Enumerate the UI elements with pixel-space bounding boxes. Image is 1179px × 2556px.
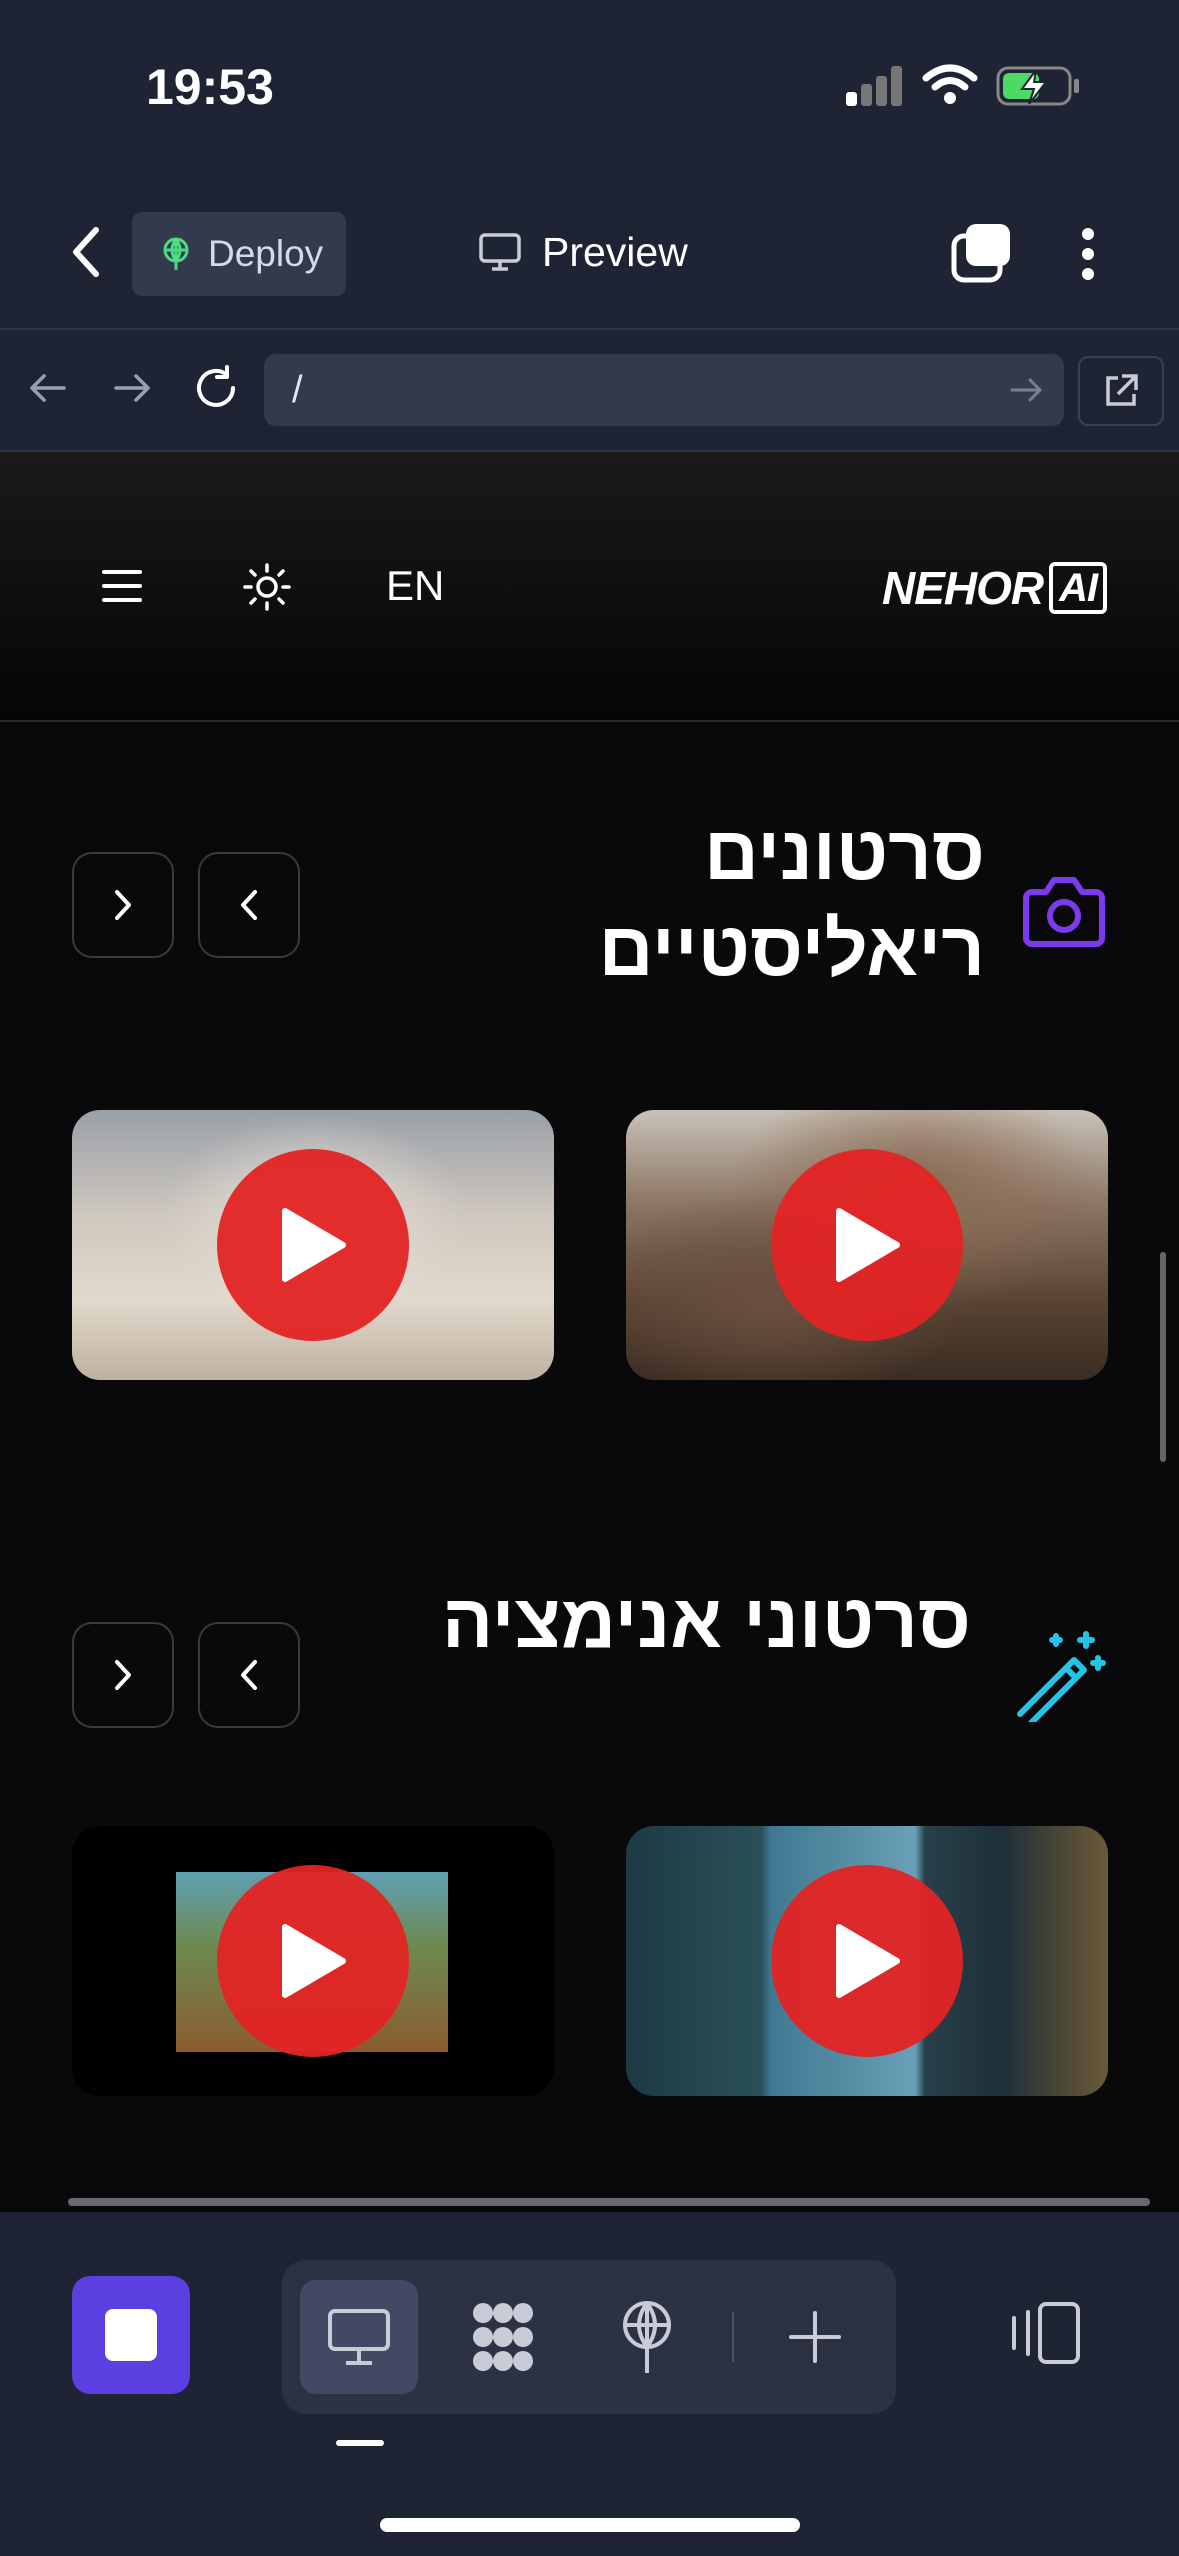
deploy-antenna-icon xyxy=(163,237,189,270)
play-icon xyxy=(282,1208,346,1282)
more-options-icon[interactable] xyxy=(1070,222,1106,286)
video-card[interactable] xyxy=(626,1826,1108,2096)
active-tool-indicator xyxy=(336,2440,384,2446)
preview-label: Preview xyxy=(542,228,688,275)
play-button[interactable] xyxy=(217,1149,409,1341)
play-icon xyxy=(282,1924,346,1998)
workspace-tool-button[interactable] xyxy=(444,2280,562,2394)
app-bottom-bar xyxy=(0,2212,1179,2556)
wifi-icon xyxy=(922,64,978,104)
carousel-next-button[interactable] xyxy=(72,1622,174,1728)
preview-tool-button[interactable] xyxy=(300,2280,418,2394)
carousel-prev-button[interactable] xyxy=(198,852,300,958)
go-arrow-icon[interactable] xyxy=(1008,372,1044,408)
tool-switcher xyxy=(282,2260,896,2414)
open-external-button[interactable] xyxy=(1078,356,1164,426)
logo-text: NEHOR xyxy=(882,562,1044,614)
external-link-icon xyxy=(1106,374,1138,406)
monitor-icon xyxy=(479,233,521,271)
battery-charging-icon xyxy=(996,66,1079,106)
cellular-signal-icon xyxy=(846,66,904,106)
video-card[interactable] xyxy=(626,1110,1108,1380)
camera-icon xyxy=(1023,877,1105,947)
play-icon xyxy=(836,1924,900,1998)
vertical-scrollbar[interactable] xyxy=(1160,1252,1166,1462)
app-top-chrome: 19:53 Deploy Preview / xyxy=(0,0,1179,452)
carousel-next-button[interactable] xyxy=(72,852,174,958)
url-input[interactable]: / xyxy=(264,354,1064,426)
deploy-button[interactable]: Deploy xyxy=(132,212,346,296)
deploy-label: Deploy xyxy=(208,233,324,274)
chevron-right-icon xyxy=(115,1660,131,1690)
preview-tab[interactable]: Preview xyxy=(478,222,688,282)
video-card[interactable] xyxy=(72,1110,554,1380)
ide-toolbar: Deploy Preview xyxy=(0,200,1179,330)
add-tool-button[interactable] xyxy=(756,2280,874,2394)
theme-toggle-sun-icon[interactable] xyxy=(242,562,292,612)
section-title-animation: סרטוני אנימציה xyxy=(441,1579,971,1664)
tabs-switcher-icon[interactable] xyxy=(950,222,1014,284)
site-header: EN NEHOR AI xyxy=(0,452,1179,722)
carousel-prev-button[interactable] xyxy=(198,1622,300,1728)
section-title-realistic: סרטונים ריאליסטיים xyxy=(598,811,985,992)
play-button[interactable] xyxy=(771,1865,963,2057)
side-panel-icon[interactable] xyxy=(1008,2300,1084,2366)
reload-icon[interactable] xyxy=(188,360,244,416)
chevron-left-icon xyxy=(241,890,257,920)
status-time: 19:53 xyxy=(146,59,274,115)
tool-divider xyxy=(732,2312,734,2362)
deploy-antenna-icon xyxy=(623,2301,671,2373)
language-toggle[interactable]: EN xyxy=(386,562,444,610)
home-indicator[interactable] xyxy=(380,2518,800,2532)
chevron-right-icon xyxy=(115,890,131,920)
url-text: / xyxy=(292,368,303,411)
horizontal-scrollbar[interactable] xyxy=(68,2198,1150,2206)
deploy-tool-button[interactable] xyxy=(588,2280,706,2394)
site-preview: EN NEHOR AI סרטונים ריאליסטיים סרטוני אנ… xyxy=(0,452,1179,2212)
nav-forward-arrow-icon[interactable] xyxy=(104,360,160,416)
stop-icon xyxy=(105,2309,157,2361)
nav-back-arrow-icon[interactable] xyxy=(20,360,76,416)
magic-wand-icon xyxy=(1017,1631,1106,1722)
back-button[interactable] xyxy=(60,224,112,280)
plus-icon xyxy=(789,2311,841,2363)
play-icon xyxy=(836,1208,900,1282)
monitor-icon xyxy=(328,2309,390,2365)
play-button[interactable] xyxy=(771,1149,963,1341)
site-logo[interactable]: NEHOR AI xyxy=(882,560,1108,616)
video-card[interactable] xyxy=(72,1826,554,2096)
chevron-left-icon xyxy=(73,227,99,277)
play-button[interactable] xyxy=(217,1865,409,2057)
logo-badge: AI xyxy=(1049,562,1108,614)
chevron-left-icon xyxy=(241,1660,257,1690)
grid-blob-icon xyxy=(473,2303,533,2371)
browser-url-bar: / xyxy=(0,332,1179,452)
stop-button[interactable] xyxy=(72,2276,190,2394)
hamburger-menu-icon[interactable] xyxy=(102,570,142,602)
